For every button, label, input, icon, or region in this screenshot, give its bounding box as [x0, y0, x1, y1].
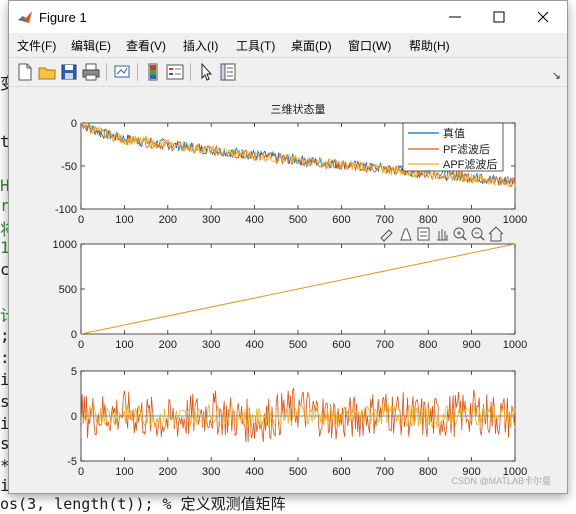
- x-tick-label: 0: [78, 339, 84, 351]
- menu-window[interactable]: 窗口(W): [348, 37, 391, 54]
- figure-toolbar: [9, 57, 567, 87]
- figure-canvas: 三维状态量 0 100 200 300 400 500 600 700 800 900 10000-…: [53, 102, 528, 478]
- x-tick-label: 100: [115, 214, 133, 226]
- x-tick-label: 500: [289, 339, 307, 351]
- legend[interactable]: 真值 PF滤波后 APF滤波后: [402, 122, 504, 172]
- x-tick-label: 600: [332, 466, 350, 478]
- x-tick-label: 300: [202, 214, 220, 226]
- x-tick-label: 500: [289, 466, 307, 478]
- zoom-in-icon[interactable]: [453, 227, 467, 241]
- menu-insert[interactable]: 插入(I): [183, 37, 218, 54]
- x-tick-label: 700: [376, 466, 394, 478]
- axes-toolbar: [380, 226, 504, 242]
- maximize-button[interactable]: [477, 1, 521, 31]
- print-icon[interactable]: [81, 62, 101, 82]
- matlab-logo-icon: [18, 11, 32, 23]
- x-tick-label: 200: [159, 339, 177, 351]
- chart-title: 三维状态量: [271, 102, 326, 116]
- property-inspector-icon[interactable]: [218, 62, 238, 82]
- x-tick-label: 400: [245, 214, 263, 226]
- figure-window: Figure 1 文件(F) 编辑(E) 查看(V) 插入(I) 工具(T) 桌…: [8, 0, 568, 494]
- watermark: CSDN @MATLAB卡尔曼: [451, 476, 551, 486]
- x-tick-label: 0: [78, 466, 84, 478]
- x-tick-label: 1000: [503, 214, 527, 226]
- x-tick-label: 400: [245, 466, 263, 478]
- x-tick-label: 1000: [503, 339, 527, 351]
- zoom-out-icon[interactable]: [471, 227, 485, 241]
- menu-help[interactable]: 帮助(H): [409, 37, 450, 54]
- toolbar-separator: [190, 63, 191, 81]
- legend-label: APF滤波后: [443, 158, 497, 171]
- x-tick-label: 800: [419, 214, 437, 226]
- x-tick-label: 300: [202, 339, 220, 351]
- window-title: Figure 1: [39, 10, 87, 25]
- x-tick-label: 800: [419, 466, 437, 478]
- rotate-icon[interactable]: [417, 227, 430, 241]
- brush-icon[interactable]: [380, 229, 393, 242]
- toolbar-separator: [106, 63, 107, 81]
- axes-bottom[interactable]: 0 100 200 300 400 500 600 700 800 900 100050-5: [67, 366, 527, 478]
- legend-label: 真值: [443, 126, 465, 140]
- y-tick-label: 5: [71, 366, 77, 378]
- x-tick-label: 800: [419, 339, 437, 351]
- pan-icon[interactable]: [437, 229, 448, 241]
- title-bar[interactable]: Figure 1: [9, 1, 567, 33]
- menu-edit[interactable]: 编辑(E): [71, 37, 111, 54]
- menu-file[interactable]: 文件(F): [17, 37, 56, 54]
- close-icon: [537, 11, 549, 23]
- y-tick-label: 1000: [53, 239, 77, 251]
- menu-tools[interactable]: 工具(T): [236, 37, 275, 54]
- x-tick-label: 200: [159, 466, 177, 478]
- y-tick-label: 0: [71, 329, 77, 341]
- insert-legend-icon[interactable]: [165, 62, 185, 82]
- y-tick-label: -50: [61, 161, 77, 173]
- x-tick-label: 100: [115, 339, 133, 351]
- pointer-icon[interactable]: [196, 62, 216, 82]
- minimize-icon: [449, 16, 461, 18]
- y-tick-label: -5: [67, 456, 77, 468]
- x-tick-label: 900: [462, 214, 480, 226]
- x-tick-label: 700: [376, 339, 394, 351]
- x-tick-label: 0: [78, 214, 84, 226]
- y-tick-label: 0: [71, 118, 77, 130]
- axes-middle[interactable]: 0 100 200 300 400 500 600 700 800 900 1000 1000 500 0: [53, 239, 528, 351]
- home-icon[interactable]: [488, 226, 504, 242]
- x-tick-label: 400: [245, 339, 263, 351]
- insert-colorbar-icon[interactable]: [143, 62, 163, 82]
- x-tick-label: 300: [202, 466, 220, 478]
- x-tick-label: 700: [376, 214, 394, 226]
- new-figure-icon[interactable]: [15, 62, 35, 82]
- x-tick-label: 900: [462, 339, 480, 351]
- x-tick-label: 600: [332, 214, 350, 226]
- x-tick-label: 600: [332, 339, 350, 351]
- close-button[interactable]: [521, 1, 565, 31]
- data-tips-icon[interactable]: [400, 228, 412, 241]
- toolbar-separator: [137, 63, 138, 81]
- code-line-bottom: os(3, length(t)); % 定义观测值矩阵: [0, 495, 286, 513]
- menu-bar: 文件(F) 编辑(E) 查看(V) 插入(I) 工具(T) 桌面(D) 窗口(W…: [9, 33, 567, 82]
- x-tick-label: 200: [159, 214, 177, 226]
- x-tick-label: 100: [115, 466, 133, 478]
- menu-view[interactable]: 查看(V): [126, 37, 166, 54]
- menu-desktop[interactable]: 桌面(D): [291, 37, 332, 54]
- maximize-icon: [493, 11, 505, 23]
- link-plot-icon[interactable]: [112, 62, 132, 82]
- open-file-icon[interactable]: [37, 62, 57, 82]
- y-tick-label: -100: [55, 204, 77, 216]
- legend-label: PF滤波后: [443, 143, 490, 156]
- x-tick-label: 500: [289, 214, 307, 226]
- y-tick-label: 0: [71, 411, 77, 423]
- save-icon[interactable]: [59, 62, 79, 82]
- y-tick-label: 500: [59, 284, 77, 296]
- minimize-button[interactable]: [433, 1, 477, 31]
